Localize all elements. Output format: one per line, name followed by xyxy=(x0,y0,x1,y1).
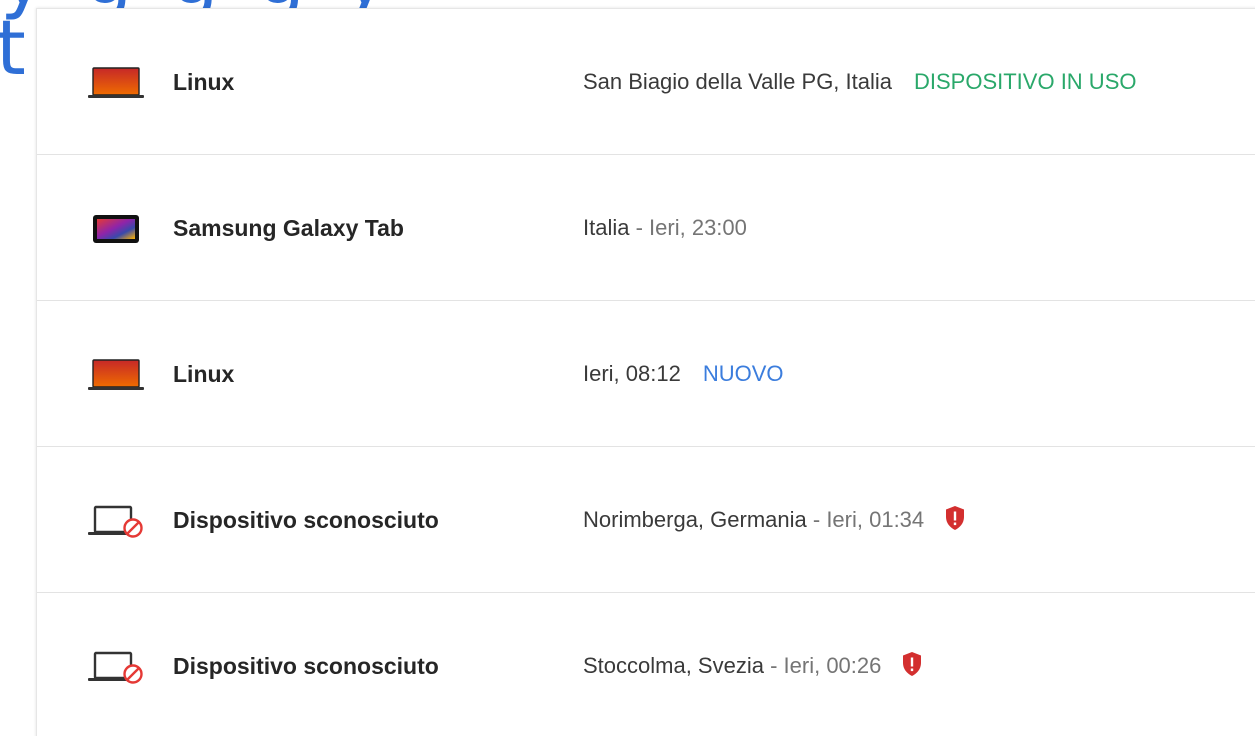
device-row[interactable]: Samsung Galaxy Tab Italia - Ieri, 23:00 xyxy=(37,155,1255,301)
status-new-badge: NUOVO xyxy=(702,361,784,386)
device-details: Ieri, 08:12 NUOVO xyxy=(583,359,784,389)
status-in-use-badge: DISPOSITIVO IN USO xyxy=(914,69,1137,94)
page: y g g g y t Linux San Biagio della Valle… xyxy=(0,0,1255,736)
device-details: San Biagio della Valle PG, Italia DISPOSI… xyxy=(583,67,1136,97)
device-name: Linux xyxy=(173,69,235,95)
device-name: Linux xyxy=(173,361,235,387)
details-separator: - xyxy=(629,215,650,240)
details-separator: - xyxy=(806,507,827,532)
shield-alert-icon[interactable] xyxy=(901,651,923,677)
shield-alert-icon[interactable] xyxy=(944,505,966,531)
device-details: Stoccolma, Svezia - Ieri, 00:26 xyxy=(583,651,923,681)
unknown-device-icon xyxy=(88,651,143,684)
details-separator: - xyxy=(763,653,784,678)
heading-left-fragment: t xyxy=(0,3,26,92)
device-last-seen: Ieri, 01:34 xyxy=(826,507,925,532)
device-details: Italia - Ieri, 23:00 xyxy=(583,213,747,243)
device-list: Linux San Biagio della Valle PG, Italia D… xyxy=(36,8,1255,736)
device-details: Norimberga, Germania - Ieri, 01:34 xyxy=(583,505,966,535)
laptop-icon xyxy=(88,67,144,98)
unknown-device-icon xyxy=(88,505,143,538)
device-location: San Biagio della Valle PG, Italia xyxy=(583,69,892,94)
tablet-icon xyxy=(93,215,139,243)
device-location: Norimberga, Germania xyxy=(583,507,807,532)
device-location: Stoccolma, Svezia xyxy=(583,653,764,678)
device-last-seen: Ieri, 23:00 xyxy=(649,215,747,240)
laptop-icon xyxy=(88,359,144,390)
device-name: Samsung Galaxy Tab xyxy=(173,215,404,241)
device-row[interactable]: Linux San Biagio della Valle PG, Italia D… xyxy=(37,9,1255,155)
device-location: Italia xyxy=(583,215,630,240)
device-last-seen: Ieri, 08:12 xyxy=(583,361,681,386)
device-row[interactable]: Dispositivo sconosciuto Norimberga, Germ… xyxy=(37,447,1255,593)
device-name: Dispositivo sconosciuto xyxy=(173,653,439,679)
device-row[interactable]: Linux Ieri, 08:12 NUOVO xyxy=(37,301,1255,447)
device-name: Dispositivo sconosciuto xyxy=(173,507,439,533)
device-last-seen: Ieri, 00:26 xyxy=(783,653,882,678)
device-row[interactable]: Dispositivo sconosciuto Stoccolma, Svezi… xyxy=(37,593,1255,736)
